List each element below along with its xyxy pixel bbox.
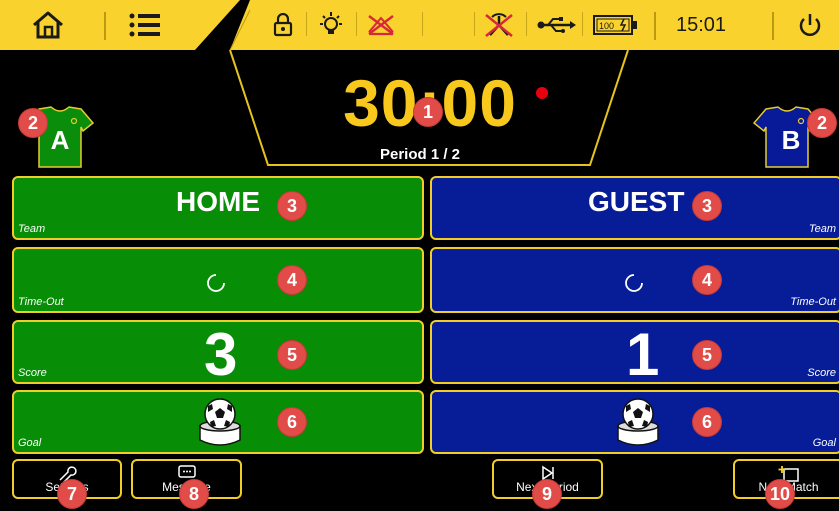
- battery-text: 100: [599, 21, 614, 31]
- home-score-panel[interactable]: 3 Score: [12, 320, 424, 388]
- badge-6-home: 6: [277, 407, 307, 437]
- badge-3-guest: 3: [692, 191, 722, 221]
- badge-1: 1: [413, 97, 443, 127]
- guest-team-label: Team: [808, 223, 836, 235]
- home-goal-panel[interactable]: Goal: [12, 390, 424, 454]
- badge-4-home: 4: [277, 265, 307, 295]
- badge-3-home: 3: [277, 191, 307, 221]
- badge-4-guest: 4: [692, 265, 722, 295]
- home-goal-label: Goal: [18, 437, 42, 449]
- badge-5-home: 5: [277, 340, 307, 370]
- guest-score-panel[interactable]: 1 Score: [430, 320, 839, 388]
- power-icon[interactable]: [788, 0, 832, 50]
- badge-9: 9: [532, 479, 562, 509]
- home-score-label: Score: [18, 367, 47, 379]
- horn-muted-icon[interactable]: [362, 0, 400, 50]
- menu-icon[interactable]: [120, 0, 170, 50]
- home-score: 3: [204, 321, 238, 388]
- badge-7: 7: [57, 479, 87, 509]
- timer-running-indicator: [536, 87, 548, 99]
- clock: 15:01: [666, 0, 736, 50]
- badge-6-guest: 6: [692, 407, 722, 437]
- badge-8: 8: [179, 479, 209, 509]
- light-icon[interactable]: [314, 0, 348, 50]
- divider: [104, 12, 106, 40]
- guest-score-label: Score: [807, 367, 836, 379]
- period-label: Period 1 / 2: [379, 146, 461, 163]
- goal-ball-icon: [617, 398, 659, 446]
- guest-team-name: GUEST: [588, 186, 685, 217]
- home-team-label: Team: [18, 223, 46, 235]
- lock-icon[interactable]: [268, 0, 298, 50]
- clock-text: 15:01: [675, 13, 727, 36]
- home-timeout-label: Time-Out: [18, 296, 64, 308]
- badge-10: 10: [765, 479, 795, 509]
- home-timeout-panel[interactable]: Time-Out: [12, 247, 424, 313]
- badge-5-guest: 5: [692, 340, 722, 370]
- battery-icon: 100: [588, 0, 644, 50]
- home-team-panel[interactable]: HOME Team: [12, 176, 424, 240]
- badge-2-home: 2: [18, 108, 48, 138]
- guest-timeout-label: Time-Out: [790, 296, 836, 308]
- guest-score: 1: [626, 321, 660, 388]
- usb-icon: [532, 0, 580, 50]
- badge-2-guest: 2: [807, 108, 837, 138]
- home-team-name: HOME: [176, 186, 260, 217]
- guest-team-panel[interactable]: GUEST Team: [430, 176, 839, 240]
- timeout-indicator-icon: [207, 274, 225, 292]
- signal-off-icon: [478, 0, 520, 50]
- guest-goal-label: Goal: [812, 437, 836, 449]
- timeout-indicator-icon: [625, 274, 643, 292]
- guest-timeout-panel[interactable]: Time-Out: [430, 247, 839, 313]
- guest-goal-panel[interactable]: Goal: [430, 390, 839, 454]
- home-icon[interactable]: [20, 0, 76, 50]
- goal-ball-icon: [199, 398, 241, 446]
- top-bar: 100 15:01: [0, 0, 839, 50]
